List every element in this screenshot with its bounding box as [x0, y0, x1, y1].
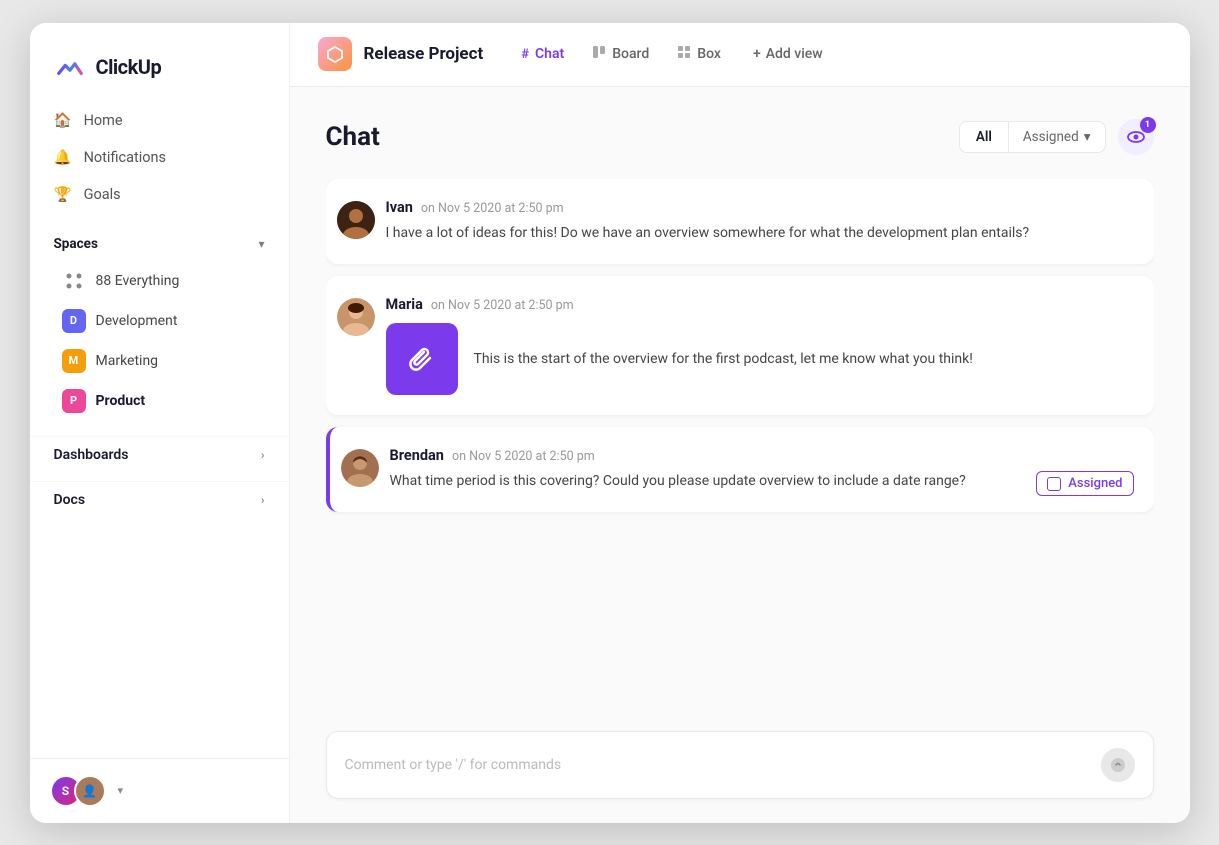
- ivan-avatar: [337, 201, 375, 239]
- chat-header: Chat All Assigned ▾ 1: [326, 119, 1154, 155]
- filter-all-button[interactable]: All: [960, 122, 1008, 152]
- brendan-time: on Nov 5 2020 at 2:50 pm: [452, 449, 595, 464]
- topbar: Release Project # Chat Board Box: [290, 23, 1190, 87]
- notifications-icon: 🔔: [54, 149, 72, 166]
- space-item-everything[interactable]: 88 Everything: [54, 262, 265, 300]
- sidebar-bottom: S 👤 ▾: [30, 758, 289, 823]
- development-badge: D: [62, 309, 86, 333]
- brendan-avatar: [341, 449, 379, 487]
- user-avatars[interactable]: S 👤: [50, 775, 106, 807]
- ivan-text: I have a lot of ideas for this! Do we ha…: [386, 222, 1134, 244]
- space-item-marketing[interactable]: M Marketing: [54, 342, 265, 380]
- brendan-message-body: Brendan on Nov 5 2020 at 2:50 pm What ti…: [390, 447, 1134, 492]
- chat-input-placeholder: Comment or type '/' for commands: [345, 757, 562, 773]
- spaces-section: Spaces ▾ 88 Everything: [30, 232, 289, 428]
- send-button[interactable]: [1101, 748, 1135, 782]
- user-dropdown-arrow[interactable]: ▾: [118, 784, 124, 797]
- maria-message-body: Maria on Nov 5 2020 at 2:50 pm This is t…: [386, 296, 1134, 395]
- spaces-list: 88 Everything D Development M Marketing …: [54, 262, 265, 420]
- send-icon: [1110, 757, 1126, 773]
- attachment-icon[interactable]: [386, 323, 458, 395]
- logo-area: ClickUp: [30, 23, 289, 103]
- chevron-down-icon: ▾: [258, 237, 264, 251]
- everything-icon: [62, 269, 86, 293]
- docs-item[interactable]: Docs ›: [30, 481, 289, 518]
- watch-button[interactable]: 1: [1118, 119, 1154, 155]
- chat-content: Chat All Assigned ▾ 1: [290, 87, 1190, 823]
- tab-board[interactable]: Board: [578, 39, 663, 69]
- chat-header-right: All Assigned ▾ 1: [959, 119, 1154, 155]
- ivan-author: Ivan: [386, 199, 413, 216]
- brendan-avatar-svg: [341, 449, 379, 487]
- box-icon: [677, 45, 691, 63]
- logo-text: ClickUp: [96, 55, 162, 79]
- maria-message-meta: Maria on Nov 5 2020 at 2:50 pm: [386, 296, 1134, 313]
- assigned-checkbox[interactable]: [1047, 477, 1061, 491]
- maria-author: Maria: [386, 296, 423, 313]
- sidebar: ClickUp 🏠 Home 🔔 Notifications 🏆 Goals S…: [30, 23, 290, 823]
- brendan-text: What time period is this covering? Could…: [390, 470, 1134, 492]
- brendan-avatar-wrap: [330, 447, 390, 487]
- maria-avatar-wrap: [326, 296, 386, 336]
- message-card-brendan: Brendan on Nov 5 2020 at 2:50 pm What ti…: [326, 427, 1154, 512]
- board-icon: [592, 45, 606, 63]
- hash-icon: #: [521, 47, 529, 62]
- messages-list: Ivan on Nov 5 2020 at 2:50 pm I have a l…: [326, 179, 1154, 723]
- ivan-avatar-svg: [337, 201, 375, 239]
- avatar-b: 👤: [74, 775, 106, 807]
- brendan-message-meta: Brendan on Nov 5 2020 at 2:50 pm: [390, 447, 1134, 464]
- app-container: ClickUp 🏠 Home 🔔 Notifications 🏆 Goals S…: [30, 23, 1190, 823]
- tab-box[interactable]: Box: [663, 39, 735, 69]
- attachment-box: This is the start of the overview for th…: [386, 323, 1134, 395]
- space-item-product[interactable]: P Product: [54, 382, 265, 420]
- filter-assigned-button[interactable]: Assigned ▾: [1008, 122, 1105, 152]
- maria-text: This is the start of the overview for th…: [474, 348, 973, 370]
- chat-title: Chat: [326, 122, 380, 152]
- add-view-button[interactable]: + Add view: [739, 40, 837, 68]
- ivan-message-meta: Ivan on Nov 5 2020 at 2:50 pm: [386, 199, 1134, 216]
- maria-avatar: [337, 298, 375, 336]
- ivan-message-body: Ivan on Nov 5 2020 at 2:50 pm I have a l…: [386, 199, 1134, 244]
- sidebar-item-notifications[interactable]: 🔔 Notifications: [42, 140, 277, 175]
- sidebar-item-home[interactable]: 🏠 Home: [42, 103, 277, 138]
- clickup-logo-icon: [54, 51, 86, 83]
- spaces-section-header[interactable]: Spaces ▾: [54, 232, 265, 256]
- project-icon: [318, 37, 352, 71]
- space-item-development[interactable]: D Development: [54, 302, 265, 340]
- sidebar-nav: 🏠 Home 🔔 Notifications 🏆 Goals: [30, 103, 289, 212]
- product-badge: P: [62, 389, 86, 413]
- chevron-right-icon: ›: [261, 493, 265, 507]
- ivan-avatar-wrap: [326, 199, 386, 239]
- goals-icon: 🏆: [54, 186, 72, 203]
- paperclip-icon: [407, 344, 437, 374]
- assigned-badge[interactable]: Assigned: [1036, 471, 1133, 496]
- brendan-author: Brendan: [390, 447, 444, 464]
- chat-input-wrap: Comment or type '/' for commands: [326, 731, 1154, 799]
- maria-avatar-svg: [337, 298, 375, 336]
- message-card-maria: Maria on Nov 5 2020 at 2:50 pm This is t…: [326, 276, 1154, 415]
- sidebar-item-goals[interactable]: 🏆 Goals: [42, 177, 277, 212]
- maria-time: on Nov 5 2020 at 2:50 pm: [431, 298, 574, 313]
- project-title: Release Project: [364, 44, 484, 64]
- dashboards-item[interactable]: Dashboards ›: [30, 436, 289, 473]
- chevron-down-icon: ▾: [1084, 129, 1091, 145]
- plus-icon: +: [753, 46, 761, 62]
- chevron-right-icon: ›: [261, 448, 265, 462]
- message-card-ivan: Ivan on Nov 5 2020 at 2:50 pm I have a l…: [326, 179, 1154, 264]
- filter-group: All Assigned ▾: [959, 121, 1106, 153]
- ivan-time: on Nov 5 2020 at 2:50 pm: [421, 201, 564, 216]
- watch-badge: 1: [1140, 117, 1156, 133]
- tab-chat[interactable]: # Chat: [507, 40, 578, 68]
- chat-input-bar: Comment or type '/' for commands: [326, 731, 1154, 799]
- marketing-badge: M: [62, 349, 86, 373]
- home-icon: 🏠: [54, 112, 72, 129]
- main-area: Release Project # Chat Board Box: [290, 23, 1190, 823]
